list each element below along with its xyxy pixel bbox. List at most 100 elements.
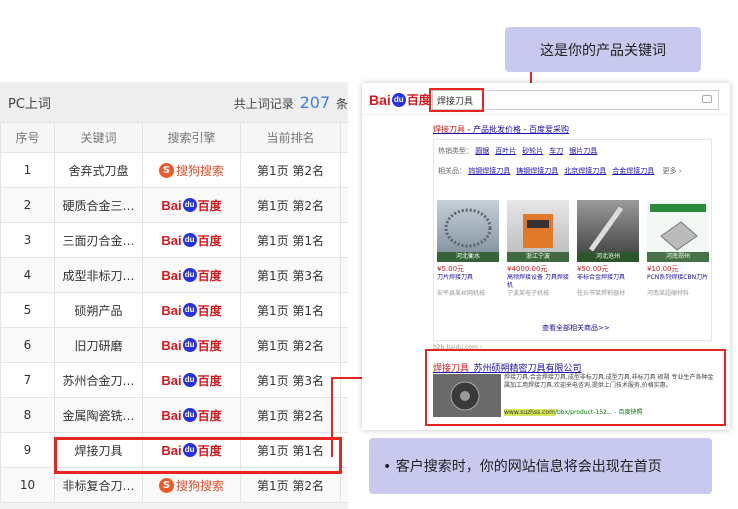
product-card[interactable]: 河北沧州 ¥50.00元 非标合金焊接刀具 任丘市某焊割器材 xyxy=(577,200,641,298)
table-row[interactable]: 7 苏州合金刀… Bai du 百度 第1页 第3名 xyxy=(0,362,348,398)
more-products-link[interactable]: 查看全部相关商品>> xyxy=(542,323,610,333)
category-link[interactable]: 百叶片 xyxy=(495,147,516,155)
table-row[interactable]: 1 舍弃式刀盘 S 搜狗搜索 第1页 第2名 xyxy=(0,152,348,188)
cell-keyword: 金属陶瓷铣… xyxy=(54,397,143,433)
baidu-logo-cn: 百度 xyxy=(197,303,222,318)
result-callout: • 客户搜索时，你的网站信息将会出现在首页 xyxy=(369,438,712,494)
table-row[interactable]: 9 焊接刀具 Bai du 百度 第1页 第1名 xyxy=(0,432,348,468)
total-prefix: 共上词记录 xyxy=(233,96,294,111)
cell-engine: Bai du 百度 xyxy=(142,362,241,398)
category-link[interactable]: 铸钢焊接刀具 xyxy=(516,167,558,175)
baidu-logo-cn: 百度 xyxy=(197,408,222,423)
baidu-logo-cn: 百度 xyxy=(197,338,222,353)
col-header-keyword: 关键词 xyxy=(54,122,143,153)
table-row[interactable]: 10 非标复合刀… S 搜狗搜索 第1页 第2名 xyxy=(0,467,348,503)
product-card[interactable]: 浙江宁波 ¥4000.00元 高频焊接设备 刀具焊接机 宁波某电子机械 xyxy=(507,200,571,298)
category-more-link[interactable]: 更多 › xyxy=(662,167,681,175)
total-suffix: 条 xyxy=(335,96,348,111)
baidu-logo-latin: Bai xyxy=(161,407,182,423)
table-row[interactable]: 2 硬质合金三… Bai du 百度 第1页 第2名 xyxy=(0,187,348,223)
table-row[interactable]: 4 成型非标刀… Bai du 百度 第1页 第3名 xyxy=(0,257,348,293)
product-name[interactable]: PCN系列焊接CBN刀片 xyxy=(647,274,711,290)
cell-extra xyxy=(340,362,348,398)
camera-icon[interactable] xyxy=(702,95,712,103)
product-name[interactable]: 刀片焊接刀具 xyxy=(437,274,501,290)
sogou-icon: S xyxy=(158,477,174,493)
category-link[interactable]: 锯片刀具 xyxy=(569,147,597,155)
sogou-logo-text: 搜狗搜索 xyxy=(175,163,224,178)
category-row-2-label: 相关品： xyxy=(438,167,466,175)
sogou-icon: S xyxy=(158,162,174,178)
baidu-logo: Bai du 百度 xyxy=(161,302,221,319)
product-location: 河北沧州 xyxy=(577,252,639,262)
cell-keyword: 非标复合刀… xyxy=(54,467,143,503)
category-row-2: 相关品： 钨钢焊接刀具 铸钢焊接刀具 北京焊接刀具 合金焊接刀具 更多 › xyxy=(438,166,682,176)
cell-engine: Bai du 百度 xyxy=(142,222,241,258)
total-count: 207 xyxy=(299,92,331,112)
cell-keyword: 焊接刀具 xyxy=(54,432,143,468)
cell-extra xyxy=(340,397,348,433)
product-name[interactable]: 高频焊接设备 刀具焊接机 xyxy=(507,274,571,290)
cell-engine: Bai du 百度 xyxy=(142,292,241,328)
baidu-logo: Bai du 百度 xyxy=(161,372,221,389)
baidu-paw-icon: du xyxy=(182,408,197,422)
baidu-logo-latin: Bai xyxy=(161,197,182,213)
category-link[interactable]: 合金焊接刀具 xyxy=(612,167,654,175)
baidu-logo: Bai du 百度 xyxy=(369,91,431,108)
cell-extra xyxy=(340,152,348,188)
baidu-logo: Bai du 百度 xyxy=(161,407,221,424)
baidu-logo: Bai du 百度 xyxy=(161,267,221,284)
table-row[interactable]: 8 金属陶瓷铣… Bai du 百度 第1页 第2名 xyxy=(0,397,348,433)
cell-no: 6 xyxy=(0,327,55,363)
baidu-logo: Bai du 百度 xyxy=(161,197,221,214)
rank-title: PC上词 xyxy=(8,96,51,112)
cell-extra xyxy=(340,292,348,328)
product-location: 河北衡水 xyxy=(437,252,499,262)
cell-no: 7 xyxy=(0,362,55,398)
baidu-logo-cn: 百度 xyxy=(197,233,222,248)
col-header-extra xyxy=(340,122,348,153)
cell-extra xyxy=(340,222,348,258)
product-card[interactable]: 河北衡水 ¥5.00元 刀片焊接刀具 安平县某丝网机械 xyxy=(437,200,501,298)
cell-no: 3 xyxy=(0,222,55,258)
ad-result-title[interactable]: 焊接刀具 - 产品批发价格 - 百度爱采购 xyxy=(433,124,569,135)
cell-rank: 第1页 第2名 xyxy=(240,327,341,363)
category-link[interactable]: 钨钢焊接刀具 xyxy=(468,167,510,175)
product-location: 河南郑州 xyxy=(647,252,709,262)
cell-rank: 第1页 第1名 xyxy=(240,292,341,328)
baidu-paw-icon: du xyxy=(182,233,197,247)
cell-engine: S 搜狗搜索 xyxy=(142,152,241,188)
baidu-logo-latin: Bai xyxy=(161,302,182,318)
baidu-paw-icon: du xyxy=(391,92,406,107)
keyword-callout: 这是你的产品关键词 xyxy=(505,27,701,72)
table-row[interactable]: 5 硕朔产品 Bai du 百度 第1页 第1名 xyxy=(0,292,348,328)
product-name[interactable]: 非标合金焊接刀具 xyxy=(577,274,641,290)
product-price: ¥50.00元 xyxy=(577,265,609,273)
category-link[interactable]: 车刀 xyxy=(549,147,563,155)
baidu-logo-latin: Bai xyxy=(161,372,182,388)
table-row[interactable]: 3 三面刃合金… Bai du 百度 第1页 第1名 xyxy=(0,222,348,258)
keyword-highlight-box xyxy=(429,88,484,112)
table-row[interactable]: 6 旧刀研磨 Bai du 百度 第1页 第2名 xyxy=(0,327,348,363)
baidu-logo-cn: 百度 xyxy=(406,93,431,107)
product-location: 浙江宁波 xyxy=(507,252,569,262)
rank-table-body: 1 舍弃式刀盘 S 搜狗搜索 第1页 第2名 2 硬质合金三… Bai du 百度 第1页 第2名 3… xyxy=(0,152,348,503)
ad-title-keyword: 焊接刀具 xyxy=(433,125,465,134)
baidu-paw-icon: du xyxy=(182,198,197,212)
product-card[interactable]: 河南郑州 ¥10.00元 PCN系列焊接CBN刀片 河南某超硬材料 xyxy=(647,200,711,298)
cell-engine: Bai du 百度 xyxy=(142,187,241,223)
cell-no: 9 xyxy=(0,432,55,468)
product-image: 河北衡水 xyxy=(437,200,499,262)
product-price: ¥5.00元 xyxy=(437,265,465,273)
cell-keyword: 硬质合金三… xyxy=(54,187,143,223)
ad-title-rest: - 产品批发价格 - 百度爱采购 xyxy=(465,125,569,134)
cell-extra xyxy=(340,467,348,503)
product-seller: 安平县某丝网机械 xyxy=(437,290,486,297)
baidu-logo-latin: Bai xyxy=(161,232,182,248)
organic-result-highlight-box xyxy=(425,349,726,426)
cell-no: 2 xyxy=(0,187,55,223)
category-link[interactable]: 北京焊接刀具 xyxy=(564,167,606,175)
category-row-1: 热销类型： 圆锯 百叶片 砂轮片 车刀 锯片刀具 xyxy=(438,146,603,156)
category-link[interactable]: 圆锯 xyxy=(475,147,489,155)
category-link[interactable]: 砂轮片 xyxy=(522,147,543,155)
